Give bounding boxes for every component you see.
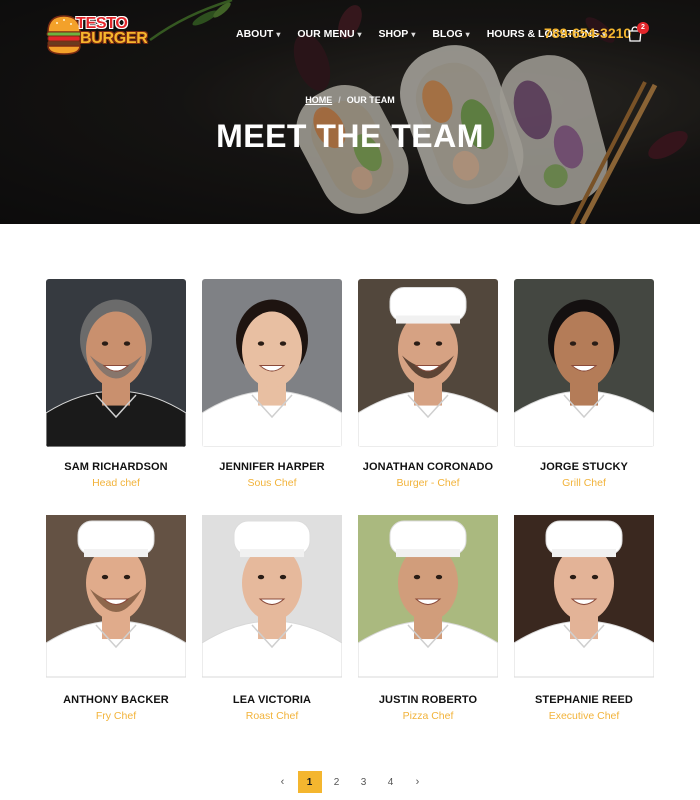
- phone-number[interactable]: 789-654-3210: [544, 25, 631, 41]
- team-member-name[interactable]: JENNIFER HARPER: [202, 461, 342, 473]
- team-member-role: Sous Chef: [247, 477, 297, 489]
- team-member-role: Pizza Chef: [402, 710, 454, 722]
- team-member-card[interactable]: JUSTIN ROBERTO Pizza Chef: [358, 512, 498, 722]
- pagination-next-button[interactable]: ›: [406, 771, 430, 793]
- brand-line2: BURGER: [80, 30, 148, 47]
- team-member-card[interactable]: JENNIFER HARPER Sous Chef: [202, 279, 342, 489]
- team-member-name[interactable]: JORGE STUCKY: [514, 461, 654, 473]
- breadcrumb: HOME / OUR TEAM: [0, 95, 700, 105]
- team-member-role: Grill Chef: [562, 477, 606, 489]
- breadcrumb-home-link[interactable]: HOME: [305, 95, 332, 105]
- team-member-name[interactable]: SAM RICHARDSON: [46, 461, 186, 473]
- brand-logo[interactable]: TESTO BURGER: [46, 10, 148, 56]
- nav-about[interactable]: ABOUT ▾: [236, 28, 280, 40]
- team-member-name[interactable]: JUSTIN ROBERTO: [358, 694, 498, 706]
- team-member-card[interactable]: LEA VICTORIA Roast Chef: [202, 512, 342, 722]
- nav-label: OUR MENU: [297, 28, 355, 40]
- breadcrumb-current: OUR TEAM: [346, 95, 395, 105]
- pagination-page-2[interactable]: 2: [325, 771, 349, 793]
- nav-blog[interactable]: BLOG ▾: [432, 28, 469, 40]
- team-member-photo[interactable]: [46, 279, 186, 447]
- team-member-role: Fry Chef: [95, 710, 137, 722]
- team-member-role: Executive Chef: [548, 710, 620, 722]
- pagination-prev-button[interactable]: ‹: [271, 771, 295, 793]
- brand-line1: TESTO: [76, 15, 128, 32]
- team-member-name[interactable]: STEPHANIE REED: [514, 694, 654, 706]
- nav-our-menu[interactable]: OUR MENU ▾: [297, 28, 361, 40]
- chevron-down-icon: ▾: [411, 29, 416, 39]
- team-member-name[interactable]: ANTHONY BACKER: [46, 694, 186, 706]
- team-member-name[interactable]: LEA VICTORIA: [202, 694, 342, 706]
- nav-label: ABOUT: [236, 28, 274, 40]
- team-member-role: Burger - Chef: [396, 477, 460, 489]
- team-member-photo[interactable]: [358, 279, 498, 447]
- brand-wordmark: TESTO BURGER: [76, 15, 148, 47]
- team-member-photo[interactable]: [514, 512, 654, 680]
- nav-label: BLOG: [432, 28, 463, 40]
- team-member-role: Roast Chef: [245, 710, 299, 722]
- team-member-photo[interactable]: [202, 279, 342, 447]
- chevron-down-icon: ▾: [465, 29, 470, 39]
- team-member-card[interactable]: ANTHONY BACKER Fry Chef: [46, 512, 186, 722]
- nav-shop[interactable]: SHOP ▾: [379, 28, 416, 40]
- pagination-page-1[interactable]: 1: [297, 771, 322, 793]
- team-member-photo[interactable]: [358, 512, 498, 680]
- team-member-role: Head chef: [92, 477, 140, 489]
- team-member-name[interactable]: JONATHAN CORONADO: [358, 461, 498, 473]
- chevron-down-icon: ▾: [357, 29, 362, 39]
- team-member-card[interactable]: JONATHAN CORONADO Burger - Chef: [358, 279, 498, 489]
- pagination-page-3[interactable]: 3: [352, 771, 376, 793]
- team-member-photo[interactable]: [46, 512, 186, 680]
- team-member-card[interactable]: STEPHANIE REED Executive Chef: [514, 512, 654, 722]
- chevron-down-icon: ▾: [276, 29, 281, 39]
- pagination-page-4[interactable]: 4: [379, 771, 403, 793]
- nav-label: SHOP: [378, 28, 409, 40]
- hero-banner: TESTO BURGER ABOUT ▾ OUR MENU ▾ SHOP ▾ B…: [0, 0, 700, 224]
- cart-count-badge: 2: [637, 22, 649, 34]
- team-member-photo[interactable]: [202, 512, 342, 680]
- page-title: MEET THE TEAM: [216, 118, 484, 154]
- team-member-card[interactable]: JORGE STUCKY Grill Chef: [514, 279, 654, 489]
- team-member-card[interactable]: SAM RICHARDSON Head chef: [46, 279, 186, 489]
- pagination: ‹ 1 2 3 4 ›: [0, 771, 700, 793]
- breadcrumb-separator: /: [338, 95, 341, 105]
- team-member-photo[interactable]: [514, 279, 654, 447]
